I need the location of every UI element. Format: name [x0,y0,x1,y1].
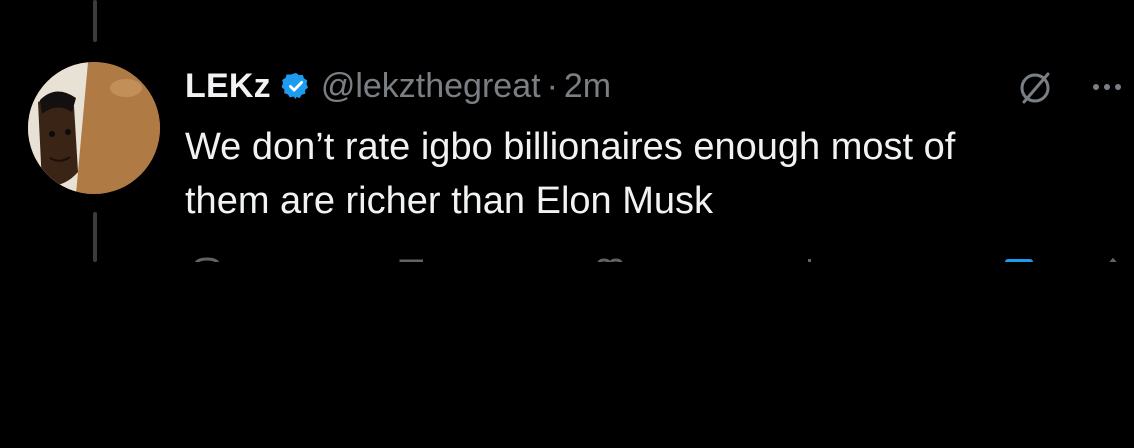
user-handle[interactable]: @lekzthegreat [321,67,541,106]
thread-line-bottom [93,212,97,262]
avatar-image [28,62,160,194]
verified-badge-icon [281,71,311,101]
timestamp[interactable]: 2m [564,67,611,106]
blank-area [0,262,1134,448]
more-options-icon[interactable] [1090,80,1130,94]
thread-line-top [93,0,97,42]
grok-icon[interactable] [1015,68,1055,108]
tweet-header: LEKz @lekzthegreat · 2m [185,66,611,106]
separator-dot: · [546,66,558,105]
tweet-text: We don’t rate igbo billionaires enough m… [185,120,1125,228]
tweet-text-line: We don’t rate igbo billionaires enough m… [185,126,956,168]
tweet-text-line: them are richer than Elon Musk [185,180,714,222]
display-name[interactable]: LEKz [185,67,271,106]
avatar[interactable] [28,62,160,194]
